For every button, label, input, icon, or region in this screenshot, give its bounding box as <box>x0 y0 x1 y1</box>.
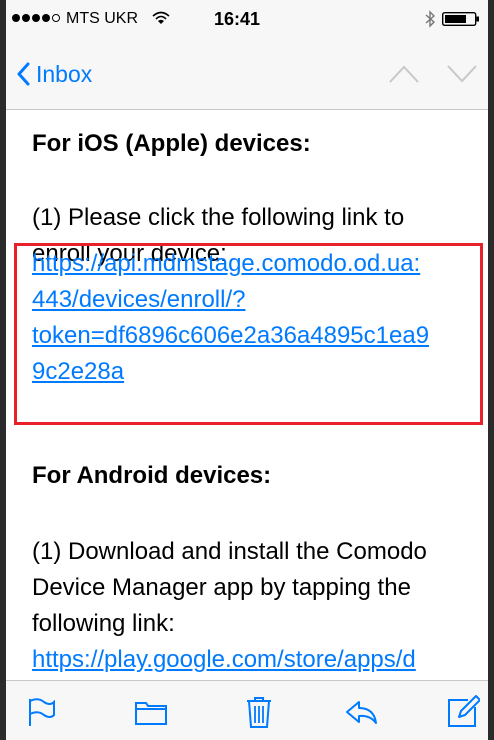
android-step-text: Device Manager app by tapping the <box>32 574 411 601</box>
device-frame-right <box>488 0 494 740</box>
android-heading: For Android devices: <box>32 462 272 489</box>
status-time: 16:41 <box>214 9 261 29</box>
signal-strength-icon <box>12 14 60 22</box>
previous-message-icon[interactable] <box>388 64 420 84</box>
ios-heading: For iOS (Apple) devices: <box>32 130 311 157</box>
android-step-text: following link: <box>32 610 175 637</box>
battery-icon <box>442 12 479 26</box>
folder-icon[interactable] <box>134 695 168 729</box>
wifi-icon <box>152 11 170 24</box>
status-bar: MTS UKR 16:41 <box>6 0 488 38</box>
ios-step-text: (1) Please click the following link to <box>32 204 405 231</box>
flag-icon[interactable] <box>24 695 58 729</box>
trash-icon[interactable] <box>242 695 276 729</box>
play-store-link[interactable]: https://play.google.com/store/apps/d <box>32 646 416 674</box>
next-message-icon[interactable] <box>446 64 478 84</box>
mail-screen: MTS UKR 16:41 Inbox For iOS (Apple) devi… <box>6 0 488 740</box>
reply-icon[interactable] <box>344 695 378 729</box>
android-step-text: (1) Download and install the Comodo <box>32 538 427 565</box>
back-chevron-icon[interactable] <box>16 62 30 86</box>
link-highlight-box <box>14 243 483 425</box>
bluetooth-icon <box>425 10 436 28</box>
carrier-name: MTS UKR <box>66 10 138 27</box>
compose-icon[interactable] <box>446 695 480 729</box>
navigation-bar: Inbox <box>6 38 488 110</box>
bottom-toolbar <box>6 680 488 740</box>
inbox-back-button[interactable]: Inbox <box>36 61 92 88</box>
